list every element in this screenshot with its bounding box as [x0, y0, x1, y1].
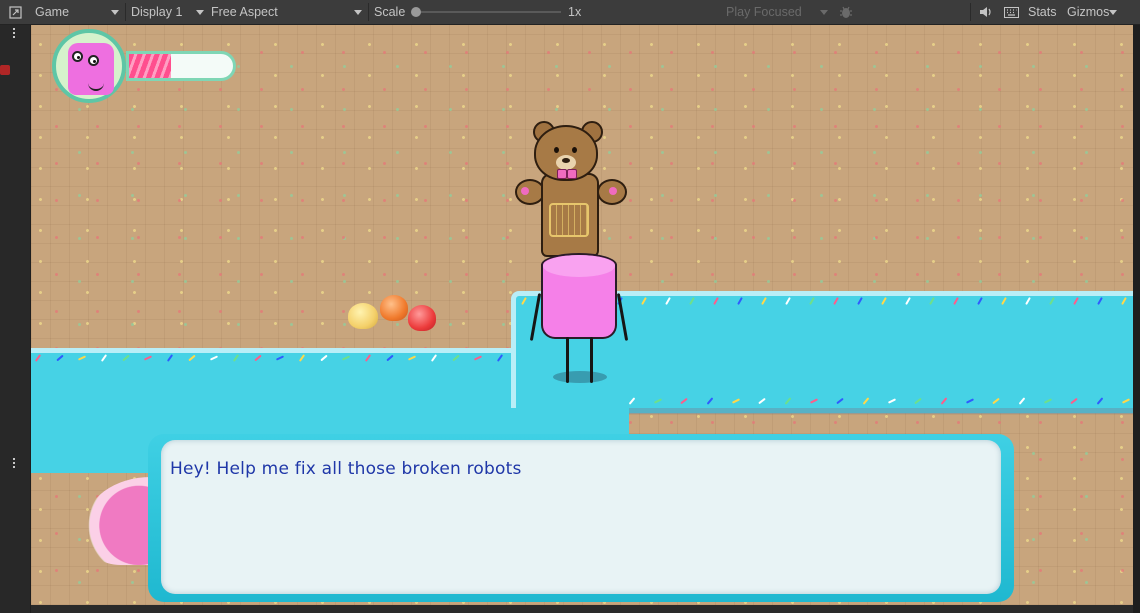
player-leg — [590, 337, 593, 383]
gumdrop-orange[interactable] — [380, 295, 408, 321]
chevron-down-icon — [354, 9, 362, 15]
view-type-label: Game — [35, 5, 70, 19]
chevron-down-icon — [111, 9, 119, 15]
chevron-down-icon — [1109, 9, 1118, 15]
game-window-icon[interactable] — [6, 0, 24, 24]
eye — [88, 55, 99, 66]
speaker-icon[interactable] — [978, 0, 994, 24]
chevron-down-icon — [196, 9, 204, 15]
water-edge — [629, 408, 1133, 414]
bug-icon[interactable] — [838, 0, 854, 24]
player-leg — [566, 337, 569, 383]
health-bar-fill — [129, 54, 171, 78]
play-mode-dropdown[interactable]: Play Focused — [726, 0, 830, 24]
display-label: Display 1 — [131, 5, 183, 19]
scale-value: 1x — [568, 5, 582, 19]
scale-slider[interactable] — [411, 0, 561, 24]
game-view-toolbar: Game Display 1 Free Aspect Scale 1x Play… — [0, 0, 1140, 25]
bear-muzzle — [556, 155, 576, 170]
object-icon — [0, 65, 10, 75]
kebab-menu-icon[interactable] — [13, 458, 16, 470]
side-panel-strip — [0, 25, 30, 613]
mouth — [88, 83, 104, 91]
player-portrait — [52, 29, 126, 103]
chevron-down-icon — [820, 9, 828, 15]
eye — [572, 147, 577, 153]
scale-slider-handle[interactable] — [411, 7, 421, 17]
scale-label: Scale — [374, 5, 406, 19]
play-mode-label: Play Focused — [726, 5, 802, 19]
gumdrop-red[interactable] — [408, 305, 436, 331]
eye — [72, 51, 83, 62]
marshmallow-player[interactable] — [541, 253, 617, 339]
bow-tie — [557, 169, 579, 179]
gumdrop-yellow[interactable] — [348, 303, 378, 329]
gingerbread-bear-robot[interactable] — [511, 121, 627, 257]
bear-arm — [597, 179, 627, 205]
scale-slider-track — [415, 11, 561, 13]
bear-body — [541, 173, 599, 257]
eye — [554, 147, 559, 153]
aspect-label: Free Aspect — [211, 5, 278, 19]
keyboard-icon[interactable] — [1003, 0, 1019, 24]
aspect-dropdown[interactable]: Free Aspect — [211, 0, 364, 24]
gizmos-dropdown[interactable]: Gizmos — [1067, 0, 1118, 24]
dialogue-text: Hey! Help me fix all those broken robots — [170, 459, 522, 479]
stats-button[interactable]: Stats — [1028, 0, 1057, 24]
bear-nose — [562, 158, 570, 163]
view-type-dropdown[interactable]: Game — [35, 0, 121, 24]
health-bar — [126, 51, 236, 81]
window-edge — [31, 605, 1133, 613]
display-dropdown[interactable]: Display 1 — [131, 0, 206, 24]
player-shadow — [553, 371, 607, 383]
marshmallow-portrait — [68, 43, 114, 95]
window-edge — [1133, 25, 1140, 613]
kebab-menu-icon[interactable] — [13, 28, 16, 40]
robot-panel — [549, 203, 589, 237]
gizmos-label: Gizmos — [1067, 5, 1110, 19]
